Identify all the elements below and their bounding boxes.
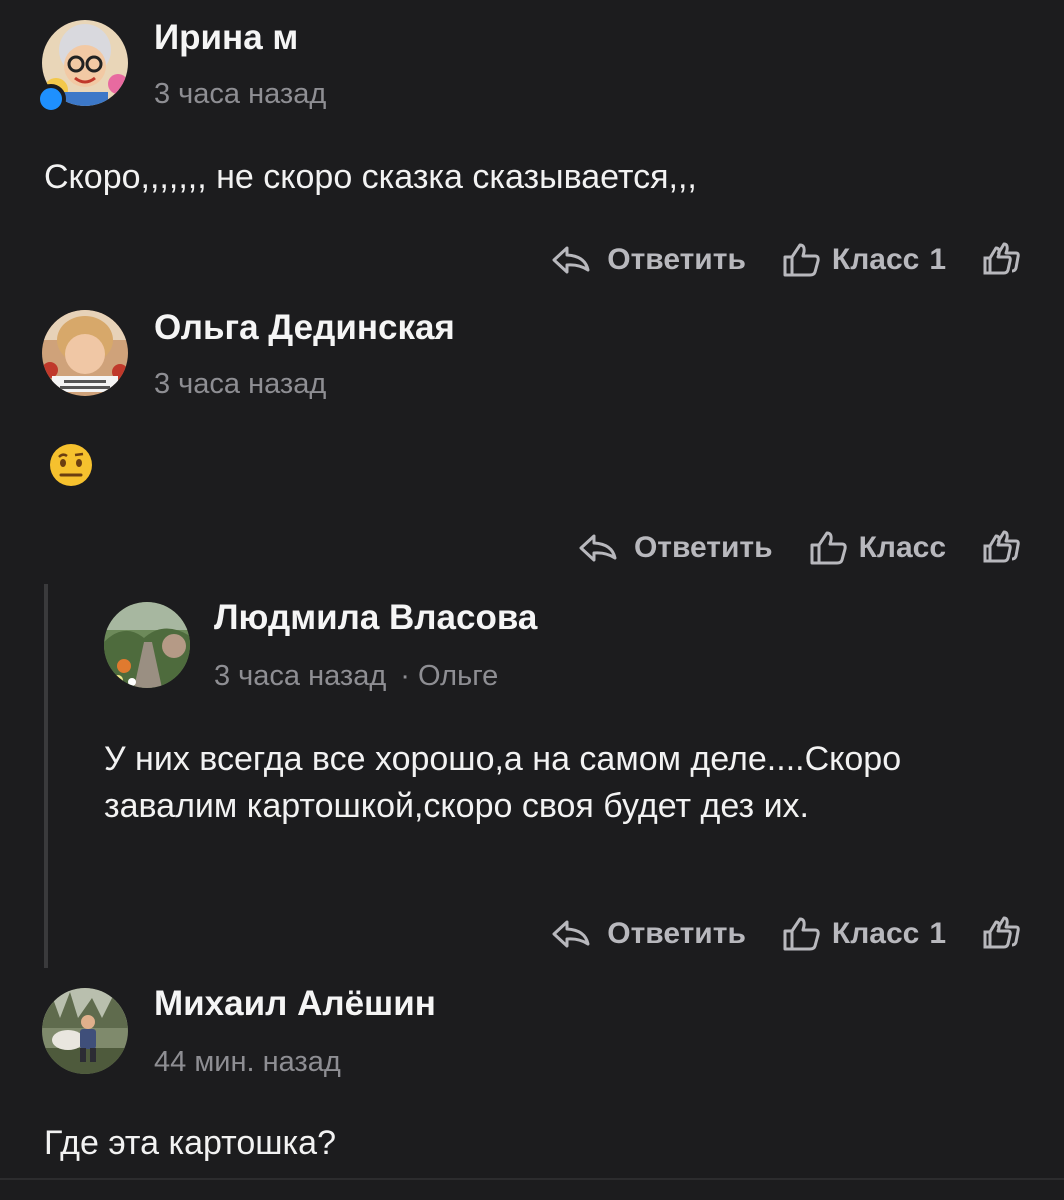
double-thumbs-up-icon: [983, 530, 1020, 563]
reply-arrow-icon: [579, 534, 617, 562]
avatar[interactable]: [104, 602, 190, 688]
like-label: Класс: [858, 531, 946, 564]
comment-text: Где эта картошка?: [44, 1124, 336, 1162]
like-button[interactable]: Класс 1: [782, 242, 946, 278]
divider: [0, 1178, 1064, 1180]
reply-label: Ответить: [607, 917, 746, 950]
thumbs-up-icon: [783, 917, 820, 951]
avatar[interactable]: [42, 310, 128, 396]
like-label: Класс: [831, 917, 920, 950]
avatar[interactable]: [42, 988, 128, 1074]
author-name[interactable]: Ольга Дединская: [154, 308, 455, 348]
reply-to-name[interactable]: Ольге: [418, 660, 498, 692]
author-name[interactable]: Людмила Власова: [214, 598, 537, 638]
raised-eyebrow-face-icon: [50, 444, 92, 486]
reply-label: Ответить: [607, 243, 746, 276]
comment-actions: Ответить Класс 1: [551, 240, 1024, 280]
comment-time: 3 часа назад: [154, 368, 327, 400]
super-like-button[interactable]: [982, 916, 1024, 952]
comment-meta: 3 часа назад · Ольге: [214, 660, 498, 693]
super-like-button[interactable]: [982, 242, 1024, 278]
thread-line: [44, 584, 48, 968]
reply-arrow-icon: [552, 920, 590, 948]
double-thumbs-up-icon: [983, 242, 1020, 275]
comment-text: Скоро,,,,,,, не скоро сказка сказывается…: [44, 158, 697, 196]
like-button[interactable]: Класс: [809, 530, 946, 566]
online-status-dot: [36, 84, 66, 114]
like-label: Класс: [831, 243, 920, 276]
thumbs-up-icon: [810, 531, 847, 565]
comment-actions: Ответить Класс 1: [551, 914, 1024, 954]
reply-button[interactable]: Ответить: [551, 917, 746, 951]
reply-label: Ответить: [633, 531, 773, 564]
reply-arrow-icon: [552, 246, 590, 274]
like-button[interactable]: Класс 1: [782, 916, 946, 952]
comment-text: У них всегда все хорошо,а на самом деле.…: [104, 740, 902, 825]
like-count: 1: [929, 917, 946, 950]
reply-button[interactable]: Ответить: [578, 531, 773, 565]
super-like-button[interactable]: [982, 530, 1024, 566]
author-name[interactable]: Михаил Алёшин: [154, 984, 436, 1024]
separator-dot: ·: [400, 660, 410, 692]
reply-button[interactable]: Ответить: [551, 243, 746, 277]
author-name[interactable]: Ирина м: [154, 18, 298, 58]
comment-time: 3 часа назад: [214, 660, 387, 692]
comment-actions: Ответить Класс: [578, 528, 1024, 568]
comment-time: 3 часа назад: [154, 78, 327, 110]
double-thumbs-up-icon: [983, 916, 1020, 949]
like-count: 1: [929, 243, 946, 276]
thumbs-up-icon: [783, 243, 820, 277]
comment-time: 44 мин. назад: [154, 1046, 341, 1078]
